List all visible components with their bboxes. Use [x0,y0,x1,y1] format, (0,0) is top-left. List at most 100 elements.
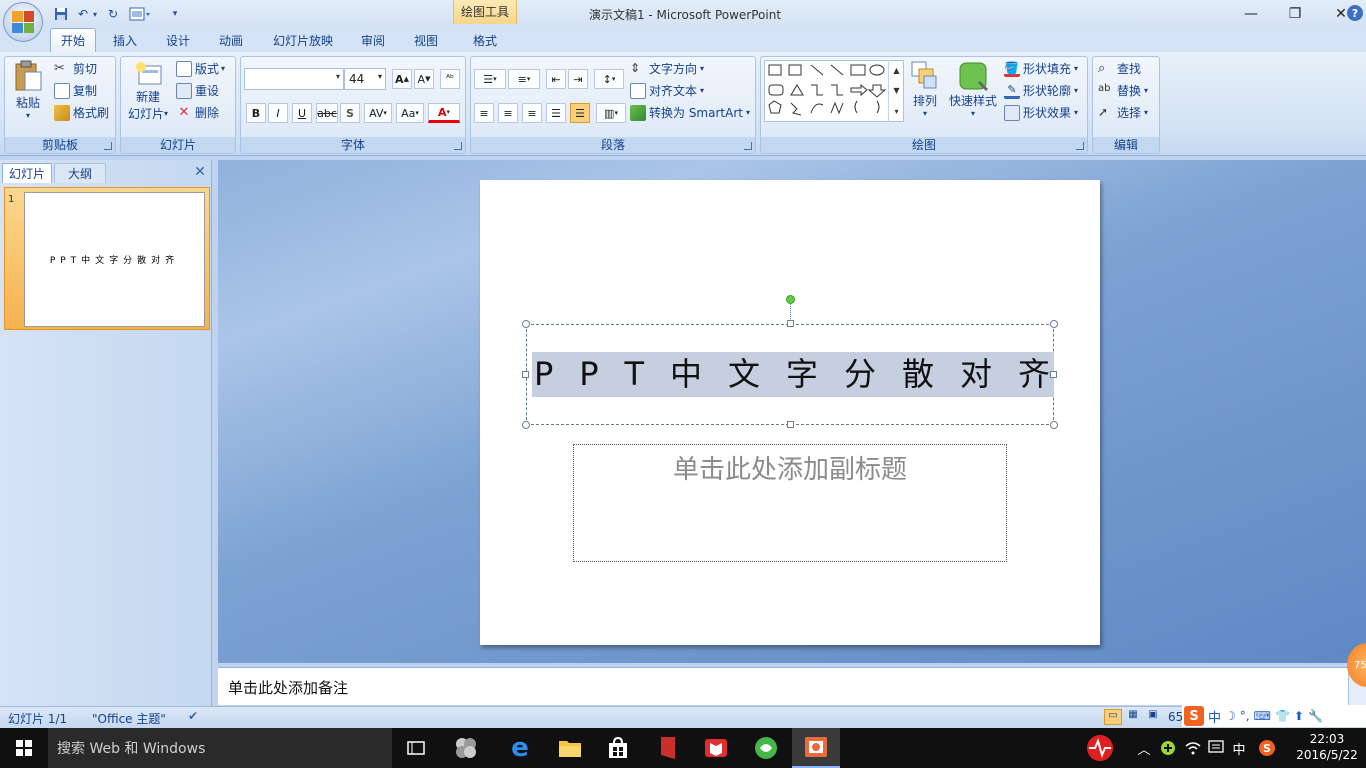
normal-view-icon[interactable]: ▭ [1104,709,1122,725]
keyboard-icon[interactable]: ⌨ [1254,709,1271,723]
resize-handle-w[interactable] [522,371,529,378]
select-button[interactable]: ➚ 选择 ▾ [1098,104,1148,121]
cut-button[interactable]: ✂ 剪切 [54,60,97,77]
text-direction-button[interactable]: ⇕ 文字方向 ▾ [630,60,704,77]
font-name-dropdown-icon[interactable]: ▾ [336,72,340,81]
sorter-view-icon[interactable]: ▦ [1124,709,1142,725]
undo-dropdown-icon[interactable]: ▾ [90,5,100,23]
upload-icon[interactable]: ⬆ [1294,709,1304,723]
paragraph-launcher-icon[interactable] [744,142,752,150]
decrease-indent-icon[interactable]: ⇤ [546,69,566,89]
font-name-combo[interactable]: ▾ [244,68,344,90]
resize-handle-n[interactable] [787,320,794,327]
change-case-button[interactable]: Aa ▾ [396,103,424,123]
skin-icon[interactable]: 👕 [1275,709,1290,723]
shadow-button[interactable]: S [340,103,360,123]
reading-view-icon[interactable]: ▣ [1144,709,1162,725]
spellcheck-icon[interactable]: ✔ [188,709,206,725]
tab-slides-pane[interactable]: 幻灯片 [2,163,52,183]
office-button[interactable] [3,2,43,42]
resize-handle-se[interactable] [1050,421,1058,429]
tab-review[interactable]: 审阅 [352,28,394,52]
plus-tray-icon[interactable] [1158,728,1178,768]
resize-handle-e[interactable] [1050,371,1057,378]
sogou-logo-icon[interactable]: S [1184,706,1204,726]
pinwheel-app-icon[interactable] [442,728,490,768]
clipboard-launcher-icon[interactable] [104,142,112,150]
tab-design[interactable]: 设计 [156,28,200,52]
resize-handle-sw[interactable] [522,421,530,429]
font-color-button[interactable]: A ▾ [428,103,460,123]
align-left-icon[interactable]: ≡ [474,103,494,123]
ime-chinese-icon[interactable]: 中 [1208,707,1221,726]
save-icon[interactable] [52,5,70,23]
font-size-combo[interactable]: 44 ▾ [344,68,386,90]
tab-view[interactable]: 视图 [404,28,448,52]
notification-icon[interactable] [1206,728,1226,768]
shape-effects-button[interactable]: 形状效果 ▾ [1004,104,1078,121]
show-hidden-icons[interactable]: ︿ [1134,728,1154,768]
task-view-icon[interactable] [392,728,440,768]
bullets-button[interactable]: ☰ ▾ [474,69,506,89]
tab-slideshow[interactable]: 幻灯片放映 [264,28,342,52]
punctuation-icon[interactable]: °, [1240,709,1250,723]
copy-button[interactable]: 复制 [54,82,97,99]
font-launcher-icon[interactable] [454,142,462,150]
close-pane-icon[interactable]: ✕ [192,164,208,180]
columns-button[interactable]: ▥ ▾ [596,103,626,123]
taskbar-search[interactable]: 搜索 Web 和 Windows [48,728,392,768]
reader-app-icon[interactable] [692,728,740,768]
customize-qat-icon[interactable]: ▾ [166,5,184,23]
replace-button[interactable]: ab 替换 ▾ [1098,82,1148,99]
numbering-button[interactable]: ≡ ▾ [508,69,540,89]
paste-button[interactable]: 粘贴 ▾ [10,60,46,130]
rotate-handle[interactable] [786,295,795,304]
store-icon[interactable] [594,728,642,768]
strikethrough-button[interactable]: abc [316,103,338,123]
shapes-gallery[interactable] [764,60,904,122]
zoom-level[interactable]: 65 [1168,710,1183,724]
reset-button[interactable]: 重设 [176,82,219,99]
tab-format[interactable]: 格式 [462,28,508,52]
shape-outline-button[interactable]: ✎ 形状轮廓 ▾ [1004,82,1078,99]
taskbar-clock[interactable]: 22:03 2016/5/22 [1294,731,1360,763]
resize-handle-s[interactable] [787,421,794,428]
wifi-icon[interactable] [1182,728,1204,768]
shape-fill-button[interactable]: 🪣 形状填充 ▾ [1004,60,1078,77]
align-right-icon[interactable]: ≡ [522,103,542,123]
underline-button[interactable]: U [292,103,312,123]
smartart-button[interactable]: 转换为 SmartArt ▾ [630,104,750,121]
ime-indicator[interactable]: 中 [1228,728,1250,768]
file-explorer-icon[interactable] [546,728,594,768]
tab-insert[interactable]: 插入 [104,28,146,52]
shrink-font-icon[interactable]: A ▼ [414,69,434,89]
grow-font-icon[interactable]: A ▲ [392,69,412,89]
slide-thumbnail[interactable]: PPT中文字分散对齐 [24,192,205,327]
bold-button[interactable]: B [246,103,266,123]
drawing-launcher-icon[interactable] [1076,142,1084,150]
tab-outline-pane[interactable]: 大纲 [54,163,106,183]
align-text-button[interactable]: 对齐文本 ▾ [630,82,704,99]
redo-icon[interactable]: ↻ [104,5,122,23]
edge-browser-icon[interactable]: e [496,728,544,768]
new-slide-button[interactable]: 新建 幻灯片 ▾ [124,60,172,132]
delete-slide-button[interactable]: ✕ 删除 [176,104,219,121]
find-button[interactable]: ⌕ 查找 [1098,60,1141,77]
resize-handle-nw[interactable] [522,320,530,328]
layout-button[interactable]: 版式 ▾ [176,60,225,77]
italic-button[interactable]: I [268,103,288,123]
tab-animations[interactable]: 动画 [208,28,254,52]
minimize-button[interactable]: — [1228,0,1274,28]
tab-home[interactable]: 开始 [50,28,96,52]
wrench-icon[interactable]: 🔧 [1308,709,1323,723]
quick-styles-button[interactable]: 快速样式 ▾ [946,60,1000,130]
moon-icon[interactable]: ☽ [1225,709,1236,723]
shapes-gallery-scroll[interactable]: ▲ ▼ ▾ [888,60,904,122]
slideshow-icon[interactable] [126,5,154,23]
resize-handle-ne[interactable] [1050,320,1058,328]
clear-format-icon[interactable]: ᴬᵇ [440,69,460,89]
notes-pane[interactable]: 单击此处添加备注 [218,667,1348,705]
help-icon[interactable]: ? [1347,5,1363,21]
red-app-icon[interactable] [644,728,692,768]
font-size-dropdown-icon[interactable]: ▾ [378,72,382,81]
